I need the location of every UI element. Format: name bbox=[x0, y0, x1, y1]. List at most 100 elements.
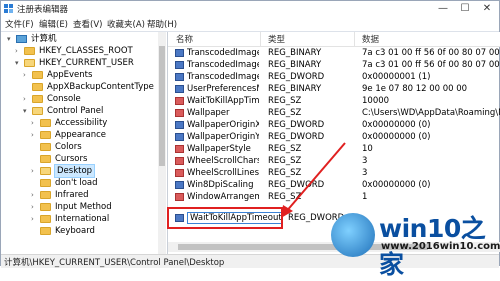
maximize-button[interactable]: ☐ bbox=[455, 1, 475, 17]
tree-item-label: HKEY_CLASSES_ROOT bbox=[39, 46, 133, 56]
tree-item-keyboard[interactable]: Keyboard bbox=[31, 225, 157, 237]
value-type: REG_SZ bbox=[268, 108, 302, 118]
menu-view[interactable]: 查看(V) bbox=[73, 18, 102, 30]
menu-file[interactable]: 文件(F) bbox=[5, 18, 34, 30]
value-row[interactable]: WallpaperOriginX REG_DWORD 0x00000000 (0… bbox=[168, 119, 500, 131]
tree-item-accessibility[interactable]: › Accessibility bbox=[31, 117, 157, 129]
value-row[interactable]: UserPreferencesMa... REG_BINARY 9e 1e 07… bbox=[168, 83, 500, 95]
tree-item-infrared[interactable]: › Infrared bbox=[31, 189, 157, 201]
binary-value-icon bbox=[175, 121, 184, 129]
folder-icon bbox=[32, 83, 43, 91]
column-header-name[interactable]: 名称 bbox=[176, 33, 193, 45]
value-name: UserPreferencesMa... bbox=[187, 84, 259, 94]
tree-item-control-panel[interactable]: ▾ Control Panel bbox=[23, 105, 157, 117]
tree-item-input-method[interactable]: › Input Method bbox=[31, 201, 157, 213]
value-type: REG_DWORD bbox=[268, 72, 325, 82]
expand-arrow-icon[interactable]: › bbox=[15, 45, 23, 57]
expand-arrow-icon[interactable]: › bbox=[31, 213, 39, 225]
menu-edit[interactable]: 编辑(E) bbox=[39, 18, 68, 30]
folder-icon bbox=[40, 227, 51, 235]
value-name: WheelScrollLines bbox=[187, 168, 259, 178]
tree-item-label: Appearance bbox=[55, 130, 107, 140]
menu-help[interactable]: 帮助(H) bbox=[147, 18, 177, 30]
folder-icon bbox=[40, 191, 51, 199]
value-data: 9e 1e 07 80 12 00 00 00 bbox=[362, 84, 468, 94]
value-data: 7a c3 01 00 ff 56 0f 00 80 07 00 00 bbox=[362, 48, 500, 58]
value-row[interactable]: Wallpaper REG_SZ C:\Users\WD\AppData\Roa… bbox=[168, 107, 500, 119]
value-row[interactable]: TranscodedImageC... REG_DWORD 0x00000001… bbox=[168, 71, 500, 83]
column-divider[interactable] bbox=[354, 32, 355, 46]
expand-arrow-icon[interactable]: › bbox=[23, 93, 31, 105]
folder-open-icon bbox=[32, 107, 43, 115]
tree-item-appxbackup[interactable]: AppXBackupContentType bbox=[23, 81, 157, 93]
tree-item-label: Cursors bbox=[55, 154, 88, 164]
value-row[interactable]: TranscodedImageC... REG_BINARY 7a c3 01 … bbox=[168, 59, 500, 71]
tree-item-computer[interactable]: ▾ 计算机 bbox=[7, 33, 157, 45]
string-value-icon bbox=[175, 97, 184, 105]
tree-vertical-scrollbar[interactable] bbox=[158, 32, 166, 254]
column-divider[interactable] bbox=[260, 32, 261, 46]
column-header-data[interactable]: 数据 bbox=[362, 33, 379, 45]
collapse-arrow-icon[interactable]: ▾ bbox=[15, 57, 23, 69]
expand-arrow-icon[interactable]: › bbox=[31, 201, 39, 213]
folder-icon bbox=[40, 143, 51, 151]
value-row[interactable]: WaitToKillAppTime... REG_SZ 10000 bbox=[168, 95, 500, 107]
expand-arrow-icon[interactable]: › bbox=[31, 129, 39, 141]
tree-item-label: don't load bbox=[55, 178, 98, 188]
expand-arrow-icon[interactable]: › bbox=[23, 69, 31, 81]
value-data: 0x00000000 (0) bbox=[362, 132, 431, 142]
collapse-arrow-icon[interactable]: ▾ bbox=[23, 105, 31, 117]
tree-item-label: Accessibility bbox=[55, 118, 108, 128]
list-header: 名称 类型 数据 bbox=[168, 32, 500, 47]
value-name: TranscodedImageC... bbox=[187, 48, 259, 58]
tree-item-label: Desktop bbox=[53, 164, 96, 178]
tree-item-hkcr[interactable]: › HKEY_CLASSES_ROOT bbox=[15, 45, 157, 57]
tree-item-international[interactable]: › International bbox=[31, 213, 157, 225]
folder-icon bbox=[40, 119, 51, 127]
scrollbar-thumb[interactable] bbox=[159, 46, 165, 166]
win10-logo-icon bbox=[331, 213, 375, 257]
value-row[interactable]: TranscodedImageC... REG_BINARY 7a c3 01 … bbox=[168, 47, 500, 59]
string-value-icon bbox=[175, 109, 184, 117]
menu-favorites[interactable]: 收藏夹(A) bbox=[107, 18, 145, 30]
folder-open-icon bbox=[40, 167, 51, 175]
tree-item-dont-load[interactable]: don't load bbox=[31, 177, 157, 189]
column-header-type[interactable]: 类型 bbox=[268, 33, 285, 45]
tree-item-colors[interactable]: Colors bbox=[31, 141, 157, 153]
value-type: REG_BINARY bbox=[268, 60, 322, 70]
watermark-url: www.2016win10.com bbox=[381, 241, 500, 252]
tree-item-label: Console bbox=[47, 94, 81, 104]
folder-icon bbox=[24, 47, 35, 55]
value-data: 0x00000000 (0) bbox=[362, 180, 431, 190]
tree-item-label: Keyboard bbox=[55, 226, 95, 236]
tree-item-label: HKEY_CURRENT_USER bbox=[39, 58, 134, 68]
value-name: WindowArrangeme... bbox=[187, 192, 259, 202]
folder-icon bbox=[40, 179, 51, 187]
close-button[interactable]: ✕ bbox=[477, 1, 497, 17]
value-data: 3 bbox=[362, 168, 368, 178]
minimize-button[interactable]: — bbox=[433, 1, 453, 17]
red-highlight-box bbox=[167, 207, 283, 229]
tree-item-desktop[interactable]: › Desktop bbox=[31, 164, 157, 178]
tree-item-console[interactable]: › Console bbox=[23, 93, 157, 105]
tree-item-label: AppEvents bbox=[47, 70, 93, 80]
expand-arrow-icon[interactable]: ▾ bbox=[7, 33, 15, 45]
tree-item-appevents[interactable]: › AppEvents bbox=[23, 69, 157, 81]
title-bar: 注册表编辑器 — ☐ ✕ bbox=[1, 1, 499, 17]
tree-item-hkcu[interactable]: ▾ HKEY_CURRENT_USER bbox=[15, 57, 157, 69]
value-type: REG_BINARY bbox=[268, 48, 322, 58]
computer-icon bbox=[16, 35, 27, 43]
value-data: C:\Users\WD\AppData\Roaming\M bbox=[362, 108, 500, 118]
string-value-icon bbox=[175, 193, 184, 201]
watermark: win10之家 www.2016win10.com bbox=[327, 207, 500, 279]
value-type: REG_BINARY bbox=[268, 84, 322, 94]
tree-item-cursors[interactable]: Cursors bbox=[31, 153, 157, 165]
folder-icon bbox=[40, 203, 51, 211]
tree-item-appearance[interactable]: › Appearance bbox=[31, 129, 157, 141]
expand-arrow-icon[interactable]: › bbox=[31, 165, 39, 177]
value-data: 0x00000000 (0) bbox=[362, 120, 431, 130]
value-data: 10 bbox=[362, 144, 373, 154]
expand-arrow-icon[interactable]: › bbox=[31, 189, 39, 201]
status-path: 计算机\HKEY_CURRENT_USER\Control Panel\Desk… bbox=[4, 258, 225, 268]
expand-arrow-icon[interactable]: › bbox=[31, 117, 39, 129]
